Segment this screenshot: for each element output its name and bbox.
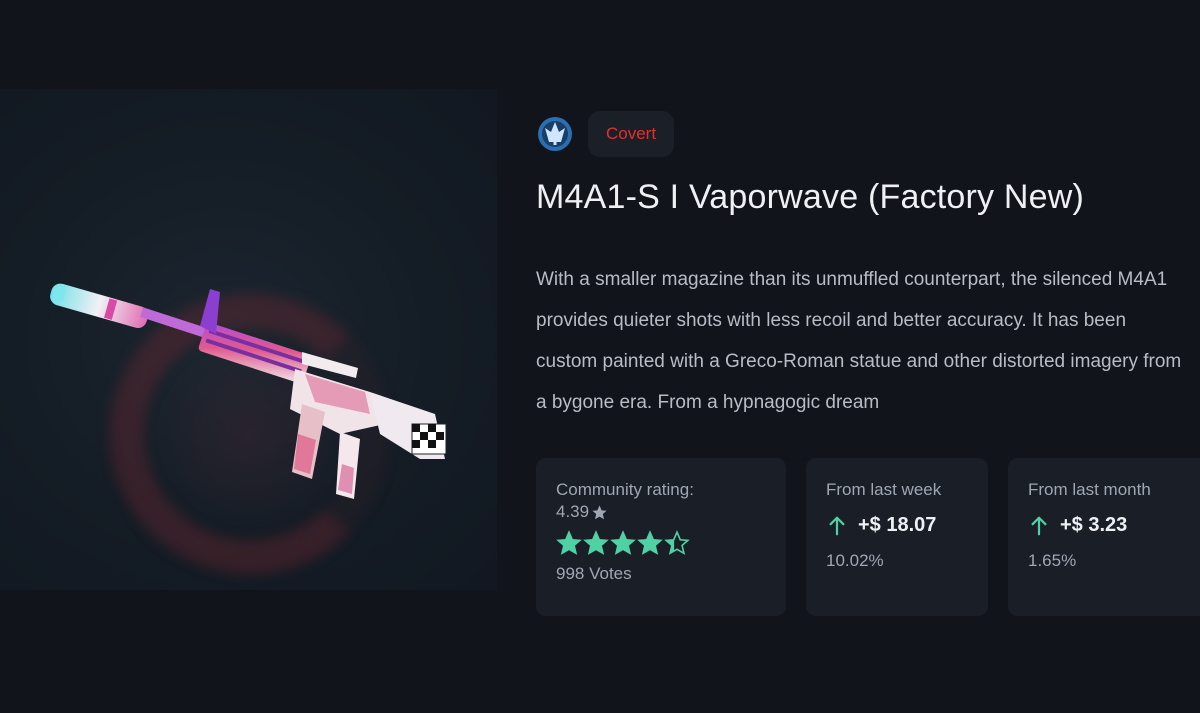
week-change-value: +$ 18.07: [858, 514, 937, 536]
rating-stars[interactable]: [556, 530, 766, 556]
rating-value: 4.39: [556, 502, 590, 521]
last-month-card: From last month +$ 3.23 1.65%: [1008, 458, 1200, 616]
item-image-panel: [0, 89, 497, 590]
week-change-row: +$ 18.07: [826, 514, 968, 537]
weapon-image: [50, 283, 447, 499]
rating-label: Community rating:: [556, 480, 694, 499]
item-detail-page: Covert M4A1-S I Vaporwave (Factory New) …: [0, 0, 1200, 713]
week-change-percent: 10.02%: [826, 551, 884, 570]
week-label: From last week: [826, 480, 942, 499]
item-meta-row: Covert: [536, 110, 1196, 158]
star-filled-icon[interactable]: [637, 530, 663, 556]
arrow-up-icon: [829, 516, 845, 535]
month-label: From last month: [1028, 480, 1151, 499]
star-partial-icon[interactable]: [664, 530, 690, 556]
collection-emblem-icon[interactable]: [536, 115, 574, 153]
month-change-value: +$ 3.23: [1060, 514, 1128, 536]
month-change-percent: 1.65%: [1028, 551, 1077, 570]
star-filled-icon[interactable]: [556, 530, 582, 556]
star-filled-icon[interactable]: [583, 530, 609, 556]
item-description: With a smaller magazine than its unmuffl…: [536, 269, 1182, 413]
item-details: Covert M4A1-S I Vaporwave (Factory New) …: [536, 110, 1196, 423]
community-rating-card: Community rating: 4.39 998 Votes: [536, 458, 786, 616]
star-icon: [592, 504, 607, 519]
star-filled-icon[interactable]: [610, 530, 636, 556]
month-change-row: +$ 3.23: [1028, 514, 1180, 537]
rating-value-row: 4.39: [556, 502, 766, 522]
votes-count: 998 Votes: [556, 564, 632, 583]
last-week-card: From last week +$ 18.07 10.02%: [806, 458, 988, 616]
item-title: M4A1-S I Vaporwave (Factory New): [536, 178, 1085, 216]
arrow-up-icon: [1031, 516, 1047, 535]
rarity-badge: Covert: [588, 111, 675, 157]
